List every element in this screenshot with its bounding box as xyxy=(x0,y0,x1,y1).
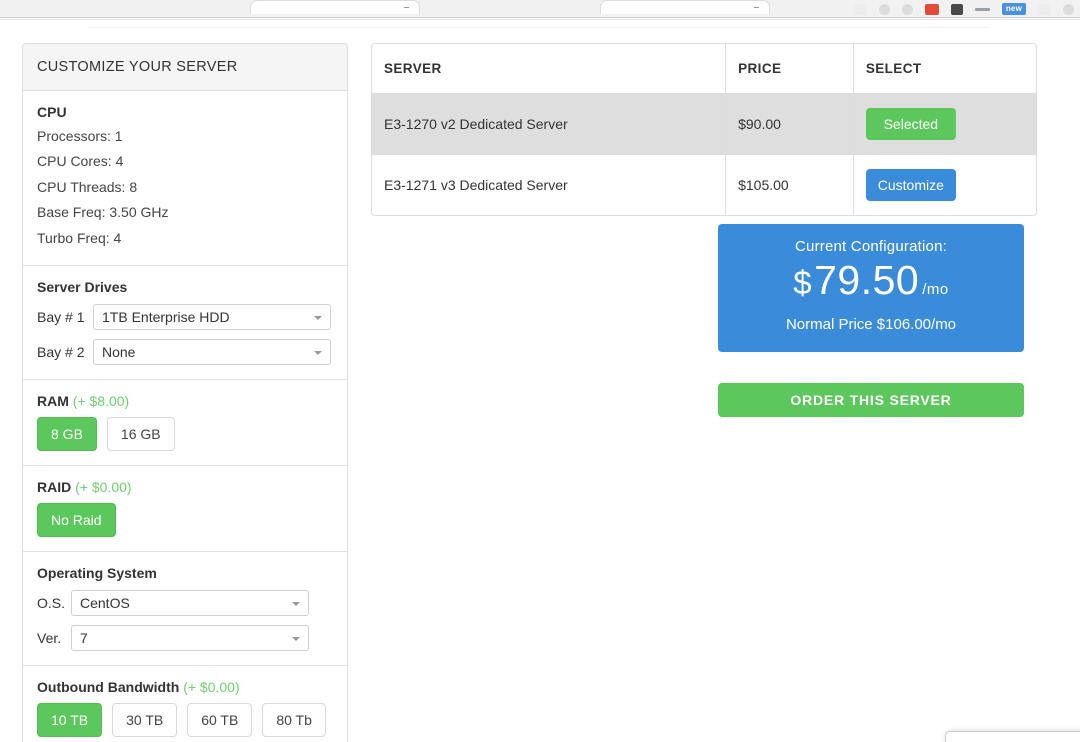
chevron-down-icon xyxy=(314,316,322,321)
cpu-spec-turbo-freq: Turbo Freq: 4 xyxy=(37,229,122,246)
price-currency: $ xyxy=(793,264,813,301)
current-configuration-price-panel: Current Configuration: $79.50/mo Normal … xyxy=(718,224,1024,352)
server-name: E3-1270 v2 Dedicated Server xyxy=(372,93,727,155)
page-content: CUSTOMIZE YOUR SERVER CPU Processors: 1 … xyxy=(0,18,1080,742)
selected-button[interactable]: Selected xyxy=(865,108,956,140)
section-cpu: CPU Processors: 1 CPU Cores: 4 CPU Threa… xyxy=(23,91,347,267)
price-period: /mo xyxy=(922,281,949,298)
os-label: O.S. xyxy=(37,595,66,612)
notification-icon[interactable] xyxy=(924,3,939,15)
shield-icon[interactable] xyxy=(901,3,913,15)
section-title-operating-system: Operating System xyxy=(37,565,157,582)
column-header-select: SELECT xyxy=(853,44,1036,94)
chevron-down-icon xyxy=(292,602,300,607)
bandwidth-option-80tb[interactable]: 80 Tb xyxy=(262,703,326,738)
price-caption: Current Configuration: xyxy=(795,238,947,255)
bay-2-label: Bay # 2 xyxy=(37,344,85,361)
normal-price: Normal Price $106.00/mo xyxy=(785,316,957,333)
os-row: O.S. CentOS xyxy=(37,590,333,617)
chat-widget[interactable]: Need help? Chat no xyxy=(945,731,1080,742)
ram-option-16gb[interactable]: 16 GB xyxy=(106,417,175,452)
circle-icon[interactable] xyxy=(878,3,890,15)
drive-bay-2-row: Bay # 2 None xyxy=(37,339,333,366)
bay-1-label: Bay # 1 xyxy=(37,309,85,326)
bay-2-select[interactable]: None xyxy=(93,339,331,366)
server-list-table: SERVER PRICE SELECT E3-1270 v2 Dedicated… xyxy=(371,43,1037,216)
section-title-cpu: CPU xyxy=(37,104,67,120)
browser-toolbar-icons: new xyxy=(853,1,1074,17)
ram-option-8gb[interactable]: 8 GB xyxy=(37,417,97,452)
section-ram: RAM (+ $8.00) 8 GB 16 GB xyxy=(23,380,347,467)
server-select-cell: Customize xyxy=(853,155,1036,216)
raid-label: RAID xyxy=(37,479,72,496)
order-this-server-button[interactable]: ORDER THIS SERVER xyxy=(718,383,1024,417)
os-version-label: Ver. xyxy=(37,630,62,647)
ram-label: RAM xyxy=(37,393,69,410)
bandwidth-option-10tb[interactable]: 10 TB xyxy=(37,703,103,738)
os-version-row: Ver. 7 xyxy=(37,625,333,652)
section-title-raid: RAID (+ $0.00) xyxy=(37,479,333,495)
server-select-cell: Selected xyxy=(853,93,1036,155)
bay-1-value: 1TB Enterprise HDD xyxy=(102,309,230,326)
table-row[interactable]: E3-1270 v2 Dedicated Server $90.00 Selec… xyxy=(372,93,1036,155)
section-title-server-drives: Server Drives xyxy=(37,279,128,296)
cpu-spec-processors: Processors: 1 xyxy=(37,128,123,144)
drive-bay-1-row: Bay # 1 1TB Enterprise HDD xyxy=(37,304,333,331)
bookmark-icon[interactable] xyxy=(950,3,963,15)
table-row[interactable]: E3-1271 v3 Dedicated Server $105.00 Cust… xyxy=(372,154,1036,216)
bay-2-value: None xyxy=(102,344,136,361)
chevron-down-icon xyxy=(314,351,322,356)
section-operating-system: Operating System O.S. CentOS Ver. 7 xyxy=(23,552,347,667)
bandwidth-option-30tb[interactable]: 30 TB xyxy=(112,703,178,738)
ram-options: 8 GB 16 GB xyxy=(37,417,333,452)
server-price: $105.00 xyxy=(725,154,854,215)
bandwidth-label: Outbound Bandwidth xyxy=(37,679,180,696)
os-value: CentOS xyxy=(80,595,130,612)
cpu-spec-threads: CPU Threads: 8 xyxy=(37,178,138,195)
column-header-price: PRICE xyxy=(725,44,854,94)
server-name: E3-1271 v3 Dedicated Server xyxy=(372,154,727,215)
chevron-down-icon xyxy=(292,637,300,642)
customize-server-panel: CUSTOMIZE YOUR SERVER CPU Processors: 1 … xyxy=(22,43,348,742)
overflow-icon[interactable] xyxy=(1063,3,1074,15)
section-title-outbound-bandwidth: Outbound Bandwidth (+ $0.00) xyxy=(37,679,333,695)
raid-option-no-raid[interactable]: No Raid xyxy=(37,503,116,538)
table-header-row: SERVER PRICE SELECT xyxy=(372,44,1036,94)
os-select[interactable]: CentOS xyxy=(71,590,309,617)
price-amount-row: $79.50/mo xyxy=(718,256,1024,314)
profile-icon[interactable] xyxy=(1038,3,1051,15)
browser-chrome-strip: new xyxy=(0,0,1080,18)
browser-tab[interactable] xyxy=(250,0,420,14)
section-title-ram: RAM (+ $8.00) xyxy=(37,393,333,409)
ram-addon-price: (+ $8.00) xyxy=(72,393,130,410)
os-version-select[interactable]: 7 xyxy=(71,625,309,652)
raid-options: No Raid xyxy=(37,503,333,538)
browser-tab[interactable] xyxy=(600,0,770,14)
bandwidth-options: 10 TB 30 TB 60 TB 80 Tb xyxy=(37,703,333,738)
section-server-drives: Server Drives Bay # 1 1TB Enterprise HDD… xyxy=(23,266,347,381)
raid-addon-price: (+ $0.00) xyxy=(75,479,132,496)
chat-widget-label: Need help? Chat no xyxy=(946,732,1080,742)
os-version-value: 7 xyxy=(80,630,88,647)
panel-header: CUSTOMIZE YOUR SERVER xyxy=(23,44,347,91)
cpu-spec-cores: CPU Cores: 4 xyxy=(37,153,124,170)
page-title: CUSTOMIZE YOUR SERVER xyxy=(37,59,238,75)
server-price: $90.00 xyxy=(725,93,854,155)
bandwidth-addon-price: (+ $0.00) xyxy=(183,679,240,696)
menu-icon[interactable] xyxy=(974,7,990,11)
bay-1-select[interactable]: 1TB Enterprise HDD xyxy=(93,304,331,331)
price-amount: 79.50 xyxy=(814,257,920,303)
new-badge: new xyxy=(1001,3,1026,15)
browser-tab-strip xyxy=(250,0,770,14)
column-header-server: SERVER xyxy=(372,44,727,94)
extension-icon[interactable] xyxy=(853,3,867,15)
section-outbound-bandwidth: Outbound Bandwidth (+ $0.00) 10 TB 30 TB… xyxy=(23,666,347,742)
cpu-spec-base-freq: Base Freq: 3.50 GHz xyxy=(37,204,169,221)
bandwidth-option-60tb[interactable]: 60 TB xyxy=(187,703,253,738)
customize-button[interactable]: Customize xyxy=(865,169,956,201)
section-raid: RAID (+ $0.00) No Raid xyxy=(23,466,347,553)
